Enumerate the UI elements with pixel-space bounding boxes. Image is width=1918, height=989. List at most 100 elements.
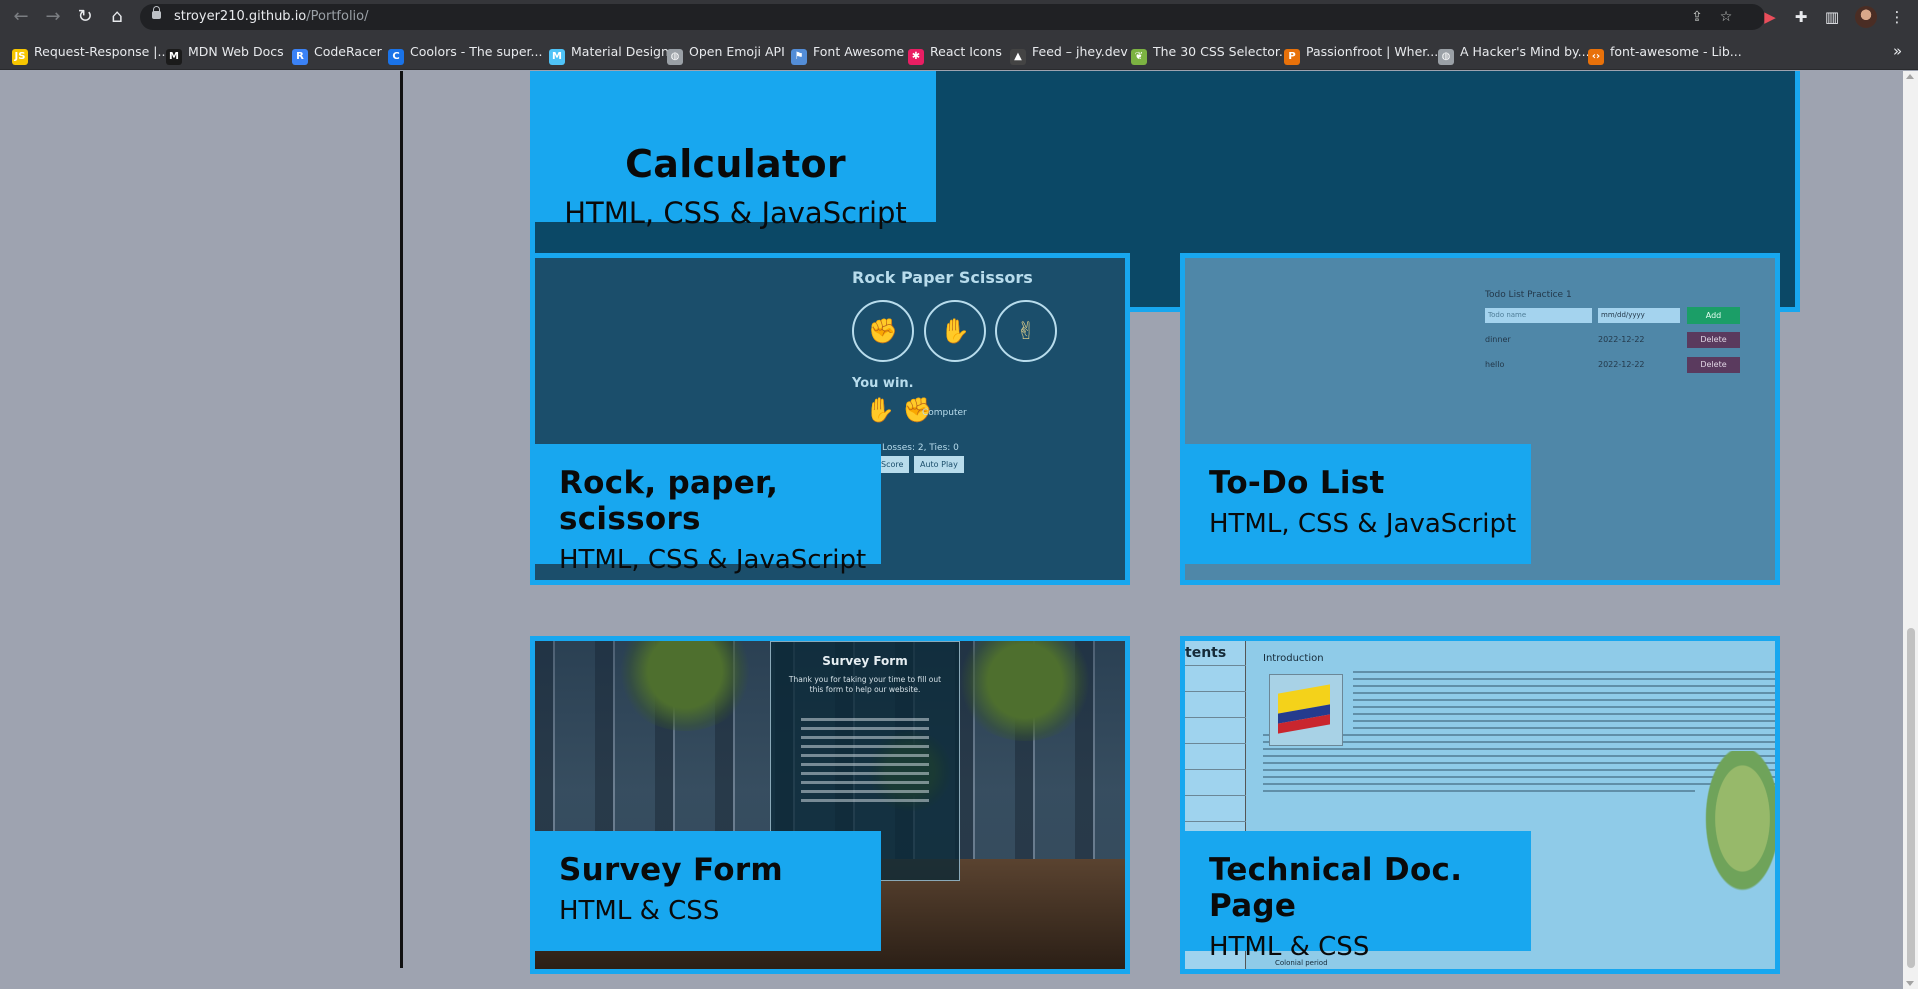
preview-score: Losses: 2, Ties: 0	[882, 443, 959, 453]
bookmark-label: CodeRacer	[314, 44, 382, 59]
bookmark-item[interactable]: ▲ Feed – jhey.dev	[1010, 43, 1128, 65]
paper-icon: ✋	[924, 300, 986, 362]
lock-icon[interactable]	[152, 6, 161, 19]
project-card-todo[interactable]: Todo List Practice 1 Todo name mm/dd/yyy…	[1180, 253, 1780, 585]
preview-item-name: hello	[1485, 360, 1505, 369]
bookmark-label: Coolors - The super...	[410, 44, 543, 59]
scroll-down-icon[interactable]	[1906, 981, 1914, 986]
share-icon[interactable]: ⇪	[1688, 8, 1706, 26]
extension-record-icon[interactable]: ▶	[1757, 4, 1783, 30]
preview-computer: Computer	[922, 408, 967, 418]
scissors-icon: ✌	[995, 300, 1057, 362]
bookmark-item[interactable]: M Material Design	[549, 43, 669, 65]
bookmark-label: Feed – jhey.dev	[1032, 44, 1128, 59]
home-icon[interactable]: ⌂	[104, 4, 130, 30]
preview-heading: Todo List Practice 1	[1485, 290, 1572, 300]
scrollbar[interactable]	[1903, 71, 1918, 989]
scroll-thumb[interactable]	[1907, 628, 1915, 968]
project-tech: HTML, CSS & JavaScript	[564, 196, 907, 230]
bookmark-label: font-awesome - Lib...	[1610, 44, 1742, 59]
bookmark-item[interactable]: ✱ React Icons	[908, 43, 1002, 65]
project-tech: HTML & CSS	[559, 896, 720, 926]
bookmark-item[interactable]: C Coolors - The super...	[388, 43, 543, 65]
scroll-up-icon[interactable]	[1906, 74, 1914, 79]
material-icon: M	[549, 49, 565, 65]
bookmark-label: Passionfroot | Wher...	[1306, 44, 1439, 59]
preview-add-button: Add	[1687, 307, 1740, 324]
portfolio-page: Calculator HTML, CSS & JavaScript Rock P…	[0, 71, 1903, 989]
project-title: To-Do List	[1209, 465, 1385, 501]
bookmark-item[interactable]: ‹› font-awesome - Lib...	[1588, 43, 1742, 65]
coderacer-icon: R	[292, 49, 308, 65]
preview-date-input: mm/dd/yyyy	[1598, 308, 1680, 323]
url-text[interactable]: stroyer210.github.io/Portfolio/	[174, 9, 369, 24]
mdn-icon: M	[166, 49, 182, 65]
code-icon: ‹›	[1588, 49, 1604, 65]
preview-delete-button: Delete	[1687, 332, 1740, 348]
preview-heading: Survey Form	[822, 654, 908, 668]
map-image	[1700, 751, 1775, 901]
back-arrow-icon[interactable]: ←	[8, 4, 34, 30]
bookmark-label: Material Design	[571, 44, 669, 59]
forward-arrow-icon[interactable]: →	[40, 4, 66, 30]
flag-image	[1269, 674, 1343, 746]
globe-icon: ◍	[1438, 49, 1454, 65]
project-label: To-Do List HTML, CSS & JavaScript	[1185, 444, 1531, 564]
bookmark-item[interactable]: M MDN Web Docs	[166, 43, 284, 65]
project-tech: HTML, CSS & JavaScript	[1209, 509, 1517, 539]
project-tech: HTML & CSS	[1209, 932, 1370, 962]
leaf-icon: ❦	[1131, 49, 1147, 65]
rock-icon: ✊	[852, 300, 914, 362]
project-title: Technical Doc. Page	[1209, 852, 1463, 924]
project-card-techdoc[interactable]: tents Introduction Colonial period Techn…	[1180, 636, 1780, 974]
reload-icon[interactable]: ↻	[72, 4, 98, 30]
preview-subtitle: Thank you for taking your time to fill o…	[788, 675, 942, 694]
preview-name-input: Todo name	[1485, 308, 1592, 323]
project-label: Rock, paper, scissors HTML, CSS & JavaSc…	[535, 444, 881, 575]
preview-heading: Rock Paper Scissors	[852, 268, 1033, 287]
project-title: Rock, paper, scissors	[559, 465, 779, 537]
menu-kebab-icon[interactable]: ⋮	[1884, 4, 1910, 30]
bookmark-item[interactable]: ◍ Open Emoji API	[667, 43, 785, 65]
bookmark-label: Request-Response |...	[34, 44, 170, 59]
project-title: Calculator	[625, 142, 846, 186]
bookmark-item[interactable]: JS Request-Response |...	[12, 43, 170, 65]
more-bookmarks-icon[interactable]: »	[1893, 42, 1902, 60]
project-title: Survey Form	[559, 852, 784, 888]
project-label: Calculator HTML, CSS & JavaScript	[535, 71, 936, 230]
preview-item-name: dinner	[1485, 335, 1511, 344]
coolors-icon: C	[388, 49, 404, 65]
preview-result: You win.	[852, 376, 914, 391]
bookmark-item[interactable]: ⚑ Font Awesome	[791, 43, 904, 65]
address-bar[interactable]: stroyer210.github.io/Portfolio/ ⇪ ☆	[140, 4, 1765, 30]
bookmark-label: The 30 CSS Selector...	[1153, 44, 1291, 59]
project-card-survey[interactable]: Survey Form Thank you for taking your ti…	[530, 636, 1130, 974]
preview-item-date: 2022-12-22	[1598, 335, 1645, 344]
timeline-divider	[400, 71, 403, 968]
project-tech: HTML, CSS & JavaScript	[559, 545, 867, 575]
bookmarks-bar: » JS Request-Response |... M MDN Web Docs R C…	[0, 34, 1918, 70]
project-card-rps[interactable]: Rock Paper Scissors ✊ ✋ ✌ You win. ✋ ✊ C…	[530, 253, 1130, 585]
bookmark-item[interactable]: P Passionfroot | Wher...	[1284, 43, 1439, 65]
extensions-puzzle-icon[interactable]: ✚	[1788, 4, 1814, 30]
globe-icon: ◍	[667, 49, 683, 65]
preview-delete-button: Delete	[1687, 357, 1740, 373]
preview-nav-title: tents	[1185, 645, 1227, 661]
bookmark-item[interactable]: R CodeRacer	[292, 43, 382, 65]
profile-avatar[interactable]	[1855, 6, 1877, 28]
js-icon: JS	[12, 49, 28, 65]
preview-autoplay-button: Auto Play	[914, 456, 964, 473]
passionfroot-icon: P	[1284, 49, 1300, 65]
bear-icon: ▲	[1010, 49, 1026, 65]
side-panel-icon[interactable]: ▥	[1819, 4, 1845, 30]
bookmark-item[interactable]: ◍ A Hacker's Mind by...	[1438, 43, 1590, 65]
plant-decoration	[615, 641, 755, 731]
bookmark-label: Open Emoji API	[689, 44, 785, 59]
bookmark-label: React Icons	[930, 44, 1002, 59]
flag-icon: ⚑	[791, 49, 807, 65]
bookmark-star-icon[interactable]: ☆	[1717, 8, 1735, 26]
browser-toolbar: ← → ↻ ⌂ stroyer210.github.io/Portfolio/ …	[0, 0, 1918, 34]
bookmark-item[interactable]: ❦ The 30 CSS Selector...	[1131, 43, 1291, 65]
project-label: Survey Form HTML & CSS	[535, 831, 881, 951]
bookmark-label: MDN Web Docs	[188, 44, 284, 59]
